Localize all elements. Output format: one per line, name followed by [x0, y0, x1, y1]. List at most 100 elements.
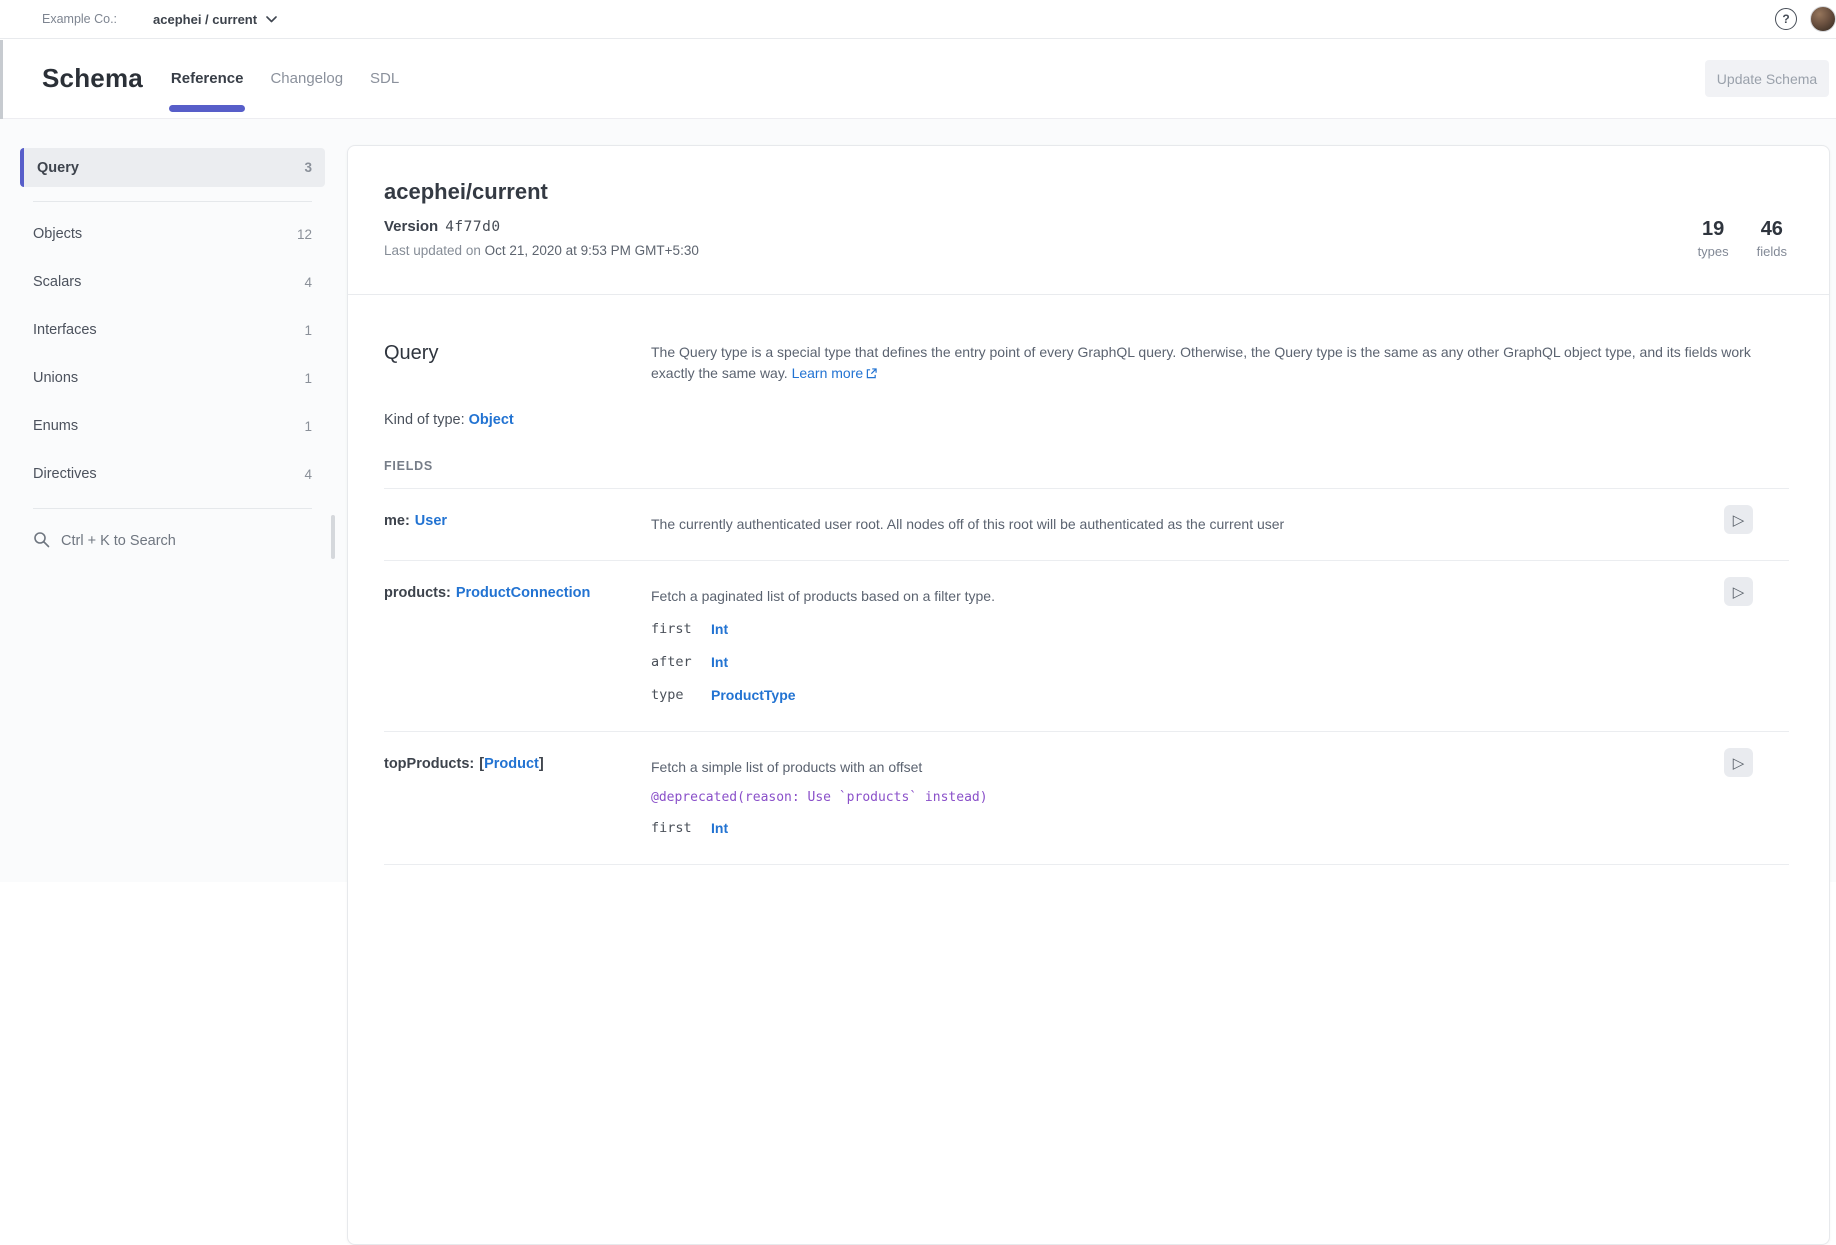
- arg-row: afterInt: [651, 652, 1789, 672]
- sidebar-item-unions[interactable]: Unions 1: [20, 354, 325, 402]
- version-value: 4f77d0: [445, 219, 500, 235]
- sidebar-item-query[interactable]: Query 3: [20, 148, 325, 187]
- play-icon: ▷: [1733, 754, 1745, 772]
- type-description: The Query type is a special type that de…: [651, 342, 1756, 385]
- content-area: Query 3 Objects 12 Scalars 4 Interfaces …: [0, 119, 1836, 882]
- arg-row: firstInt: [651, 619, 1789, 639]
- graph-selector-label: acephei / current: [153, 12, 257, 27]
- arg-name: first: [651, 621, 711, 637]
- search-icon: [33, 531, 50, 552]
- field-details: Fetch a simple list of products with an …: [651, 755, 1789, 838]
- sidebar-item-count: 3: [304, 160, 312, 175]
- kind-of-type-row: Kind of type: Object: [384, 412, 1789, 428]
- sidebar-item-label: Interfaces: [33, 322, 304, 338]
- field-description: Fetch a paginated list of products based…: [651, 584, 1756, 606]
- sidebar-nav: Query 3 Objects 12 Scalars 4 Interfaces …: [20, 148, 325, 498]
- graph-selector[interactable]: acephei / current: [153, 10, 277, 28]
- type-bracket-close: ]: [539, 756, 544, 772]
- schema-reference-card: acephei/current Version4f77d0 Last updat…: [347, 145, 1830, 1245]
- sidebar-item-count: 1: [304, 323, 312, 338]
- stat-value: 46: [1757, 218, 1787, 241]
- page-title: Schema: [42, 63, 143, 94]
- field-signature: products: ProductConnection: [384, 584, 651, 705]
- field-args: firstInt: [651, 818, 1789, 838]
- field-signature: topProducts:[Product]: [384, 755, 651, 838]
- topbar-right: ?: [1775, 6, 1822, 32]
- sidebar-item-count: 1: [304, 371, 312, 386]
- sidebar-item-objects[interactable]: Objects 12: [20, 210, 325, 258]
- arg-name: type: [651, 687, 711, 703]
- divider: [33, 508, 312, 509]
- fields-heading: FIELDS: [384, 459, 1789, 473]
- sidebar-item-directives[interactable]: Directives 4: [20, 450, 325, 498]
- page-header: Schema Reference Changelog SDL Update Sche…: [0, 39, 1836, 119]
- tab-reference[interactable]: Reference: [171, 39, 244, 118]
- stat-types: 19 types: [1698, 218, 1729, 259]
- update-schema-button[interactable]: Update Schema: [1705, 60, 1829, 97]
- schema-stats: 19 types 46 fields: [1698, 218, 1787, 259]
- left-nav-rail-top: [0, 40, 3, 119]
- tab-changelog[interactable]: Changelog: [270, 39, 343, 118]
- run-in-explorer-button[interactable]: ▷: [1724, 577, 1753, 606]
- tab-label: Changelog: [270, 70, 343, 87]
- help-icon[interactable]: ?: [1775, 8, 1797, 30]
- field-type-link[interactable]: Product: [484, 756, 539, 772]
- field-description: Fetch a simple list of products with an …: [651, 755, 1756, 777]
- stat-fields: 46 fields: [1757, 218, 1787, 259]
- version-row: Version 4f77d0: [384, 218, 1789, 235]
- sidebar-item-interfaces[interactable]: Interfaces 1: [20, 306, 325, 354]
- arg-type-link[interactable]: ProductType: [711, 687, 796, 703]
- field-type-link[interactable]: ProductConnection: [456, 585, 591, 601]
- sidebar-item-count: 4: [304, 467, 312, 482]
- graph-title: acephei/current: [384, 179, 1789, 205]
- tab-sdl[interactable]: SDL: [370, 39, 399, 118]
- chevron-down-icon: [266, 10, 277, 28]
- field-description: The currently authenticated user root. A…: [651, 512, 1756, 534]
- sidebar-item-enums[interactable]: Enums 1: [20, 402, 325, 450]
- learn-more-link[interactable]: Learn more: [792, 365, 878, 381]
- type-section-query: Query The Query type is a special type t…: [348, 295, 1829, 865]
- arg-type-link[interactable]: Int: [711, 654, 728, 670]
- field-name: products:: [384, 585, 451, 601]
- fields-list: me:User The currently authenticated user…: [384, 488, 1789, 865]
- avatar[interactable]: [1810, 6, 1836, 32]
- play-icon: ▷: [1733, 511, 1745, 529]
- version-label: Version: [384, 218, 438, 235]
- arg-name: first: [651, 820, 711, 836]
- sidebar-item-label: Directives: [33, 466, 304, 482]
- arg-type-link[interactable]: Int: [711, 621, 728, 637]
- run-in-explorer-button[interactable]: ▷: [1724, 505, 1753, 534]
- arg-type-link[interactable]: Int: [711, 820, 728, 836]
- schema-search[interactable]: Ctrl + K to Search: [20, 517, 325, 565]
- sidebar-item-count: 12: [297, 227, 312, 242]
- stat-value: 19: [1698, 218, 1729, 241]
- sidebar-item-label: Query: [37, 160, 304, 176]
- sidebar-scrollbar[interactable]: [331, 515, 335, 559]
- field-details: The currently authenticated user root. A…: [651, 512, 1789, 534]
- kind-of-type-link[interactable]: Object: [469, 412, 514, 428]
- field-deprecated-directive: @deprecated(reason: Use `products` inste…: [651, 790, 1789, 805]
- sidebar-item-label: Enums: [33, 418, 304, 434]
- tab-label: Reference: [171, 70, 244, 87]
- sidebar-item-count: 4: [304, 275, 312, 290]
- external-link-icon: [866, 366, 877, 382]
- field-args: firstIntafterInttypeProductType: [651, 619, 1789, 705]
- field-type-link[interactable]: User: [415, 513, 447, 529]
- type-name: Query: [384, 342, 651, 385]
- field-signature: me:User: [384, 512, 651, 534]
- arg-row: firstInt: [651, 818, 1789, 838]
- stat-label: fields: [1757, 244, 1787, 259]
- tab-label: SDL: [370, 70, 399, 87]
- divider: [33, 201, 312, 202]
- arg-name: after: [651, 654, 711, 670]
- field-row: topProducts:[Product] Fetch a simple lis…: [384, 731, 1789, 864]
- sidebar-item-label: Objects: [33, 226, 297, 242]
- sidebar-item-label: Unions: [33, 370, 304, 386]
- run-in-explorer-button[interactable]: ▷: [1724, 748, 1753, 777]
- search-hint: Ctrl + K to Search: [61, 533, 176, 549]
- top-bar: Example Co.: acephei / current ?: [0, 0, 1836, 39]
- field-name: topProducts:: [384, 756, 474, 772]
- play-icon: ▷: [1733, 583, 1745, 601]
- stat-label: types: [1698, 244, 1729, 259]
- sidebar-item-scalars[interactable]: Scalars 4: [20, 258, 325, 306]
